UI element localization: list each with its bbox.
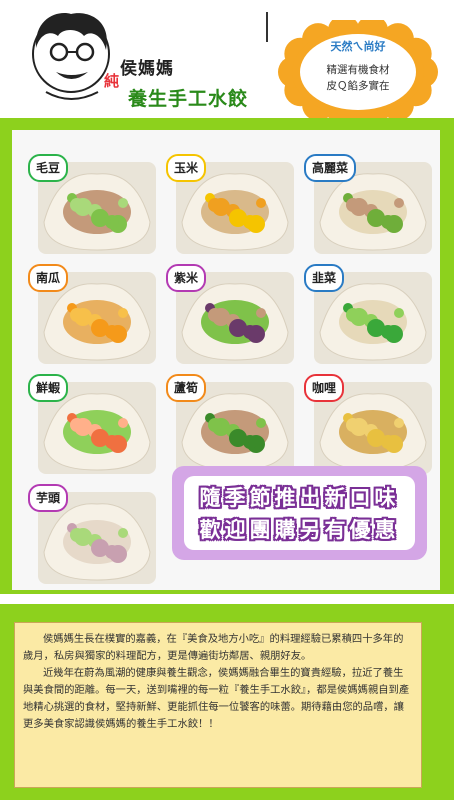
story-paragraph-1: 侯媽媽生長在樸實的嘉義，在『美食及地方小吃』的料理經驗已累積四十多年的歲月，私房…: [23, 633, 404, 662]
badge-line-2: 皮Ｑ餡多實在: [326, 80, 390, 92]
flavor-label: 南瓜: [28, 264, 69, 292]
flavor-label: 蘆筍: [166, 374, 207, 402]
header-divider: [266, 12, 268, 42]
flavor-label: 咖哩: [304, 374, 345, 402]
story-box: 侯媽媽生長在樸實的嘉義，在『美食及地方小吃』的料理經驗已累積四十多年的歲月，私房…: [14, 622, 422, 788]
flavor-label: 玉米: [166, 154, 207, 182]
flavor-label: 高麗菜: [304, 154, 357, 182]
promo-box: 隨季節推出新口味 歡迎團購另有優惠: [172, 466, 427, 560]
header: 侯媽媽 純 養生手工水餃 天然ㄟ尚好 精選有機食材 皮Ｑ餡多實在: [0, 0, 454, 120]
promo-line-2: 歡迎團購另有優惠: [199, 518, 400, 542]
brand-pure-mark: 純: [104, 72, 120, 90]
story-paragraph-2: 近幾年在蔚為風潮的健康與養生觀念，侯媽媽融合畢生的寶貴經驗，拉近了養生與美食間的…: [23, 667, 410, 730]
flavor-label: 韭菜: [304, 264, 345, 292]
badge-line-1: 精選有機食材: [326, 64, 390, 76]
quality-badge: 天然ㄟ尚好 精選有機食材 皮Ｑ餡多實在: [278, 20, 438, 120]
flavor-label: 紫米: [166, 264, 207, 292]
brand-tagline: 養生手工水餃: [128, 88, 249, 110]
promo-inner: 隨季節推出新口味 歡迎團購另有優惠: [184, 476, 415, 550]
promo-line-1: 隨季節推出新口味: [199, 486, 400, 510]
grandma-face-logo: [32, 13, 110, 100]
flavor-label: 毛豆: [28, 154, 69, 182]
badge-tagline: 天然ㄟ尚好: [330, 40, 386, 53]
flavor-label: 鮮蝦: [28, 374, 69, 402]
flavor-label: 芋頭: [28, 484, 69, 512]
brand-name: 侯媽媽: [120, 59, 174, 79]
story-section: 侯媽媽生長在樸實的嘉義，在『美食及地方小吃』的料理經驗已累積四十多年的歲月，私房…: [0, 604, 454, 800]
